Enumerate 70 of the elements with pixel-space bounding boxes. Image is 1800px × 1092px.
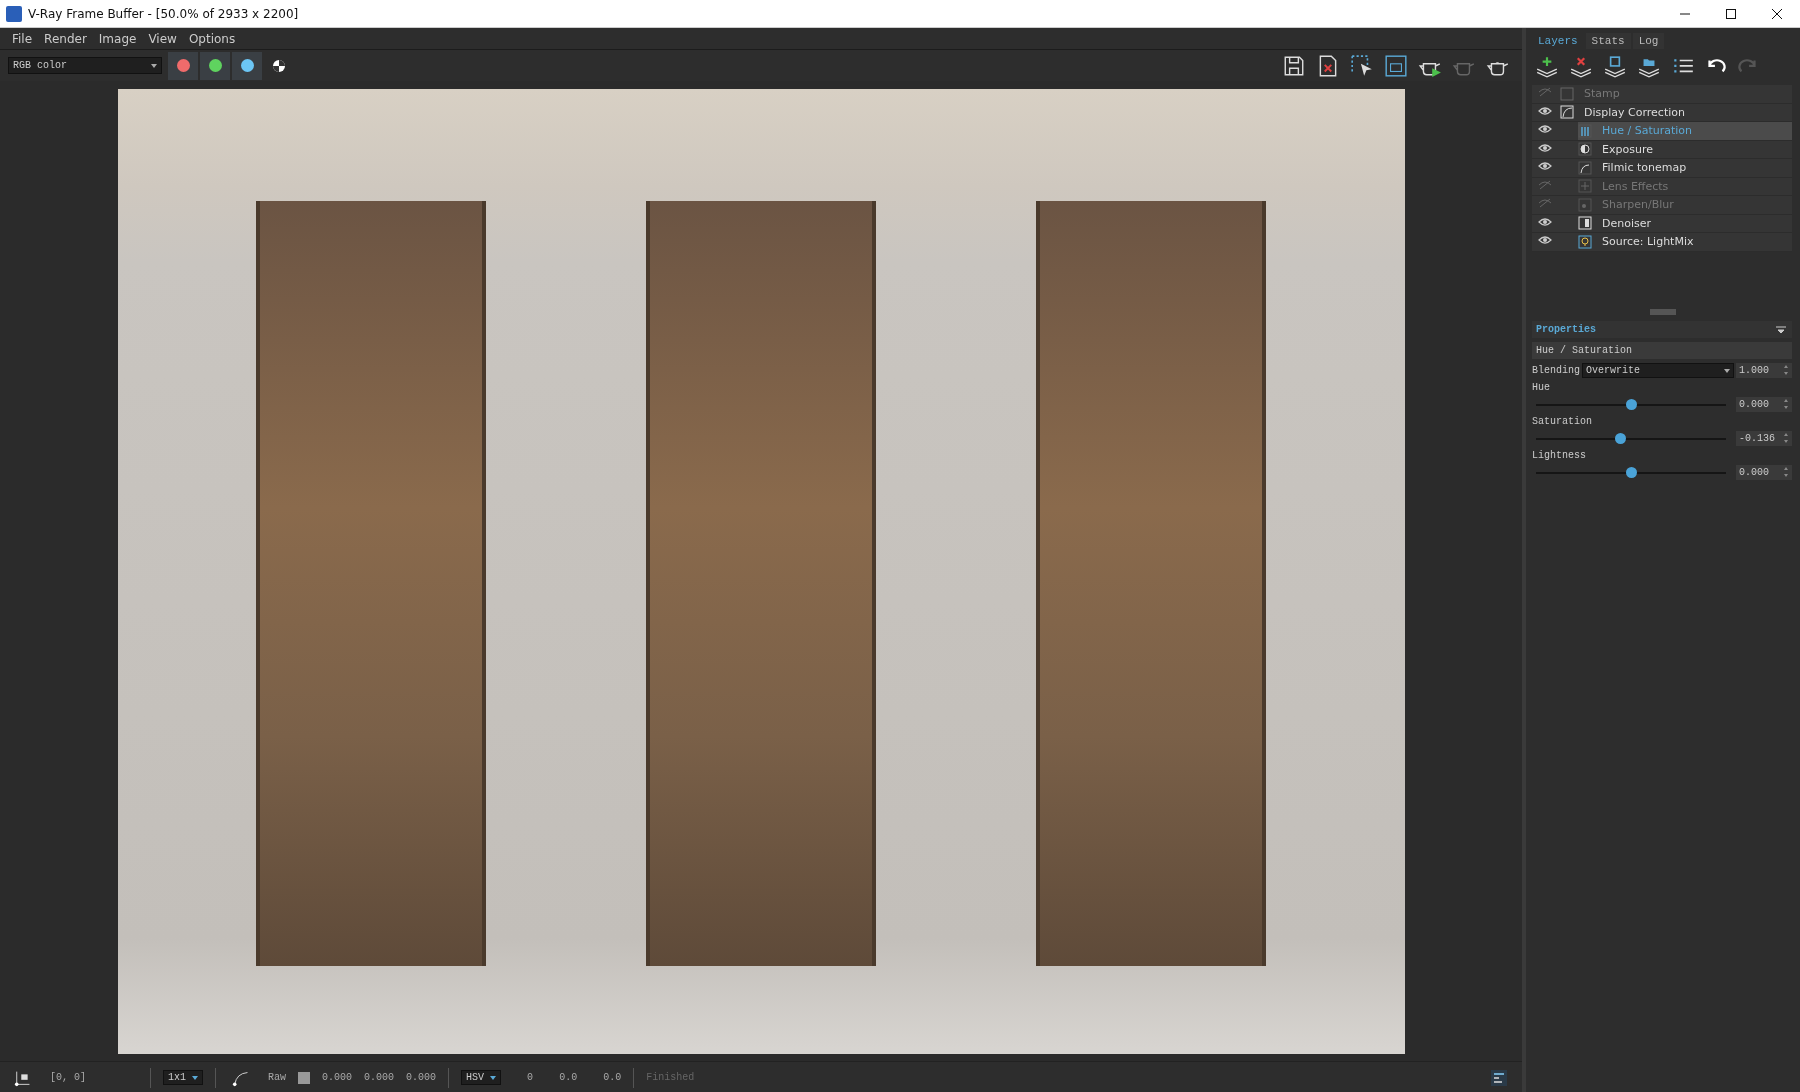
plus-icon (1578, 179, 1592, 194)
slider-thumb[interactable] (1626, 398, 1637, 410)
log-icon[interactable] (1490, 1068, 1508, 1087)
channel-value: 0.000 (364, 1072, 395, 1083)
window-title: V-Ray Frame Buffer - [50.0% of 2933 x 2200] (28, 6, 300, 21)
splitter-handle[interactable] (1650, 309, 1676, 315)
value-field[interactable]: 0.000 (1736, 465, 1792, 480)
menu-item[interactable]: Image (92, 31, 143, 46)
channel-toggle[interactable] (168, 51, 198, 80)
spinner-icon[interactable] (1783, 365, 1789, 375)
slider-label: Lightness (1532, 450, 1587, 461)
color-swatch (298, 1071, 311, 1084)
menu-item[interactable]: Options (182, 31, 242, 46)
channel-value: 0.0 (559, 1072, 578, 1083)
slider-label: Saturation (1532, 416, 1593, 427)
spinner-icon[interactable] (1783, 433, 1789, 443)
curve-icon (1560, 105, 1574, 120)
blur-icon (1578, 197, 1592, 212)
tonemap-icon (1578, 160, 1592, 175)
slider-thumb[interactable] (1626, 466, 1637, 478)
bars-icon (1578, 123, 1592, 138)
caret-icon[interactable] (1724, 368, 1730, 373)
menu-item[interactable]: Render (38, 31, 93, 46)
pixel-coordinates: [0, 0] (50, 1072, 86, 1083)
caret-icon[interactable] (490, 1075, 497, 1080)
eye-icon[interactable] (1538, 216, 1552, 227)
split-icon (1578, 216, 1592, 231)
spinner-icon[interactable] (1783, 467, 1789, 477)
channel-toggle[interactable] (200, 51, 230, 80)
add-layer-icon[interactable] (1534, 55, 1560, 79)
properties-heading: Properties (1535, 324, 1597, 335)
menu-item[interactable]: View (142, 31, 183, 46)
sample-size-dropdown[interactable]: 1x1 (163, 1070, 204, 1085)
aperture-icon (1578, 142, 1592, 157)
channel-value: 0.0 (603, 1072, 622, 1083)
render-status: Finished (646, 1072, 695, 1083)
slider-thumb[interactable] (1614, 432, 1626, 444)
color-mode-dropdown[interactable]: HSV (461, 1070, 502, 1085)
eye-icon[interactable] (1538, 105, 1552, 116)
panel-tab[interactable]: Log (1632, 33, 1665, 49)
save-layers-icon[interactable] (1602, 55, 1628, 79)
slider-label: Hue (1532, 382, 1551, 393)
delete-layer-icon[interactable] (1568, 55, 1594, 79)
channel-value: 0 (527, 1072, 534, 1083)
blending-dropdown[interactable]: Overwrite (1582, 363, 1734, 378)
region-select-icon[interactable] (1350, 53, 1374, 78)
bulb-icon (1578, 234, 1592, 249)
eye-icon[interactable] (1538, 235, 1552, 246)
eye-icon[interactable] (1538, 161, 1552, 172)
spinner-icon[interactable] (1783, 399, 1789, 409)
opacity-field[interactable]: 1.000 (1736, 363, 1792, 378)
channel-dropdown[interactable]: RGB color (8, 57, 162, 74)
channel-toggle[interactable] (232, 51, 262, 80)
value-field[interactable]: 0.000 (1736, 397, 1792, 412)
eye-icon[interactable] (1538, 124, 1552, 135)
layer-name-field[interactable]: Hue / Saturation (1532, 342, 1792, 359)
panel-menu-icon[interactable] (1774, 323, 1788, 336)
blending-label: Blending (1532, 365, 1580, 376)
panel-tab[interactable]: Stats (1585, 33, 1631, 49)
stamp-icon (1560, 86, 1574, 101)
value-field[interactable]: -0.136 (1736, 431, 1792, 446)
menu-item[interactable]: File (6, 31, 39, 46)
app-logo-icon (6, 5, 22, 22)
channel-value: 0.000 (322, 1072, 353, 1083)
raw-label: Raw (268, 1072, 287, 1083)
caret-icon[interactable] (151, 63, 157, 68)
frame-icon[interactable] (1384, 53, 1408, 78)
eye-icon[interactable] (1538, 142, 1552, 153)
caret-icon[interactable] (192, 1075, 199, 1080)
channel-value: 0.000 (406, 1072, 437, 1083)
